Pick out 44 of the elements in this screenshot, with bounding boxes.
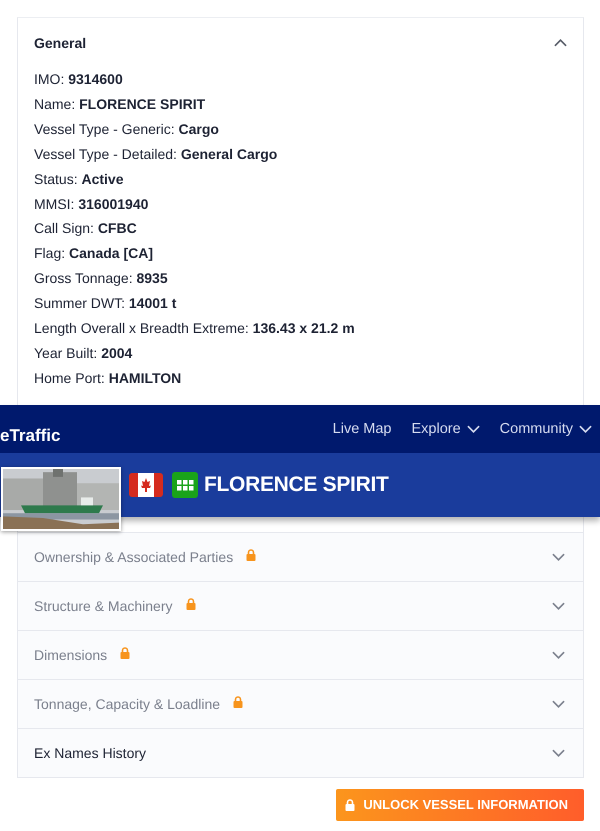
section-row[interactable]: Ex Names History xyxy=(18,728,583,777)
grid-icon xyxy=(172,472,198,498)
section-title[interactable]: General xyxy=(34,34,86,50)
nav-link[interactable]: Community xyxy=(500,421,592,437)
chevron-down-icon xyxy=(466,425,480,433)
field-line: Summer DWT: 14001 t xyxy=(34,294,176,314)
section-title: Ex Names History xyxy=(34,744,146,761)
chevron-down-icon xyxy=(552,748,565,757)
field-line: IMO: 9314600 xyxy=(34,70,123,89)
field-line: Flag: Canada [CA] xyxy=(34,244,154,264)
chevron-down-icon xyxy=(552,700,565,708)
canada-flag-icon xyxy=(129,473,163,497)
lock-icon xyxy=(246,548,256,561)
nav-link[interactable]: Explore xyxy=(412,421,480,437)
section-row[interactable]: Dimensions xyxy=(18,630,583,679)
field-line: Year Built: 2004 xyxy=(34,344,132,363)
field-line: Home Port: HAMILTON xyxy=(34,368,182,388)
chevron-down-icon xyxy=(552,650,565,659)
field-line: Length Overall x Breadth Extreme: 136.43 x 21.2 m xyxy=(34,319,355,338)
section-row[interactable]: Ownership & Associated Parties xyxy=(18,532,583,581)
chevron-down-icon xyxy=(579,425,592,433)
chevron-up-icon xyxy=(554,38,567,46)
section-title: Dimensions xyxy=(34,646,108,663)
chevron-down-icon xyxy=(552,552,565,561)
field-line: Call Sign: CFBC xyxy=(34,219,137,238)
field-line: Vessel Type - Generic: Cargo xyxy=(34,120,219,139)
section-row[interactable]: Tonnage, Capacity & Loadline xyxy=(18,678,583,728)
field-line: Name: FLORENCE SPIRIT xyxy=(34,94,206,114)
section-row[interactable]: Structure & Machinery xyxy=(18,580,583,630)
section-title: Ownership & Associated Parties xyxy=(34,548,234,565)
vessel-name: FLORENCE SPIRIT xyxy=(204,473,389,497)
section-title: Structure & Machinery xyxy=(34,598,172,614)
field-line: Gross Tonnage: 8935 xyxy=(34,269,168,288)
lock-icon xyxy=(345,798,356,811)
chevron-down-icon xyxy=(552,602,565,610)
field-line: Vessel Type - Detailed: General Cargo xyxy=(34,144,278,164)
field-line: MMSI: 316001940 xyxy=(34,194,148,214)
lock-icon xyxy=(233,696,244,708)
section-title: Tonnage, Capacity & Loadline xyxy=(34,696,220,712)
lock-icon xyxy=(186,598,196,610)
brand-logo[interactable]: eTraffic xyxy=(0,426,60,446)
field-line: Status: Active xyxy=(34,170,124,189)
lock-icon xyxy=(120,646,130,659)
nav-link[interactable]: Live Map xyxy=(332,421,392,437)
